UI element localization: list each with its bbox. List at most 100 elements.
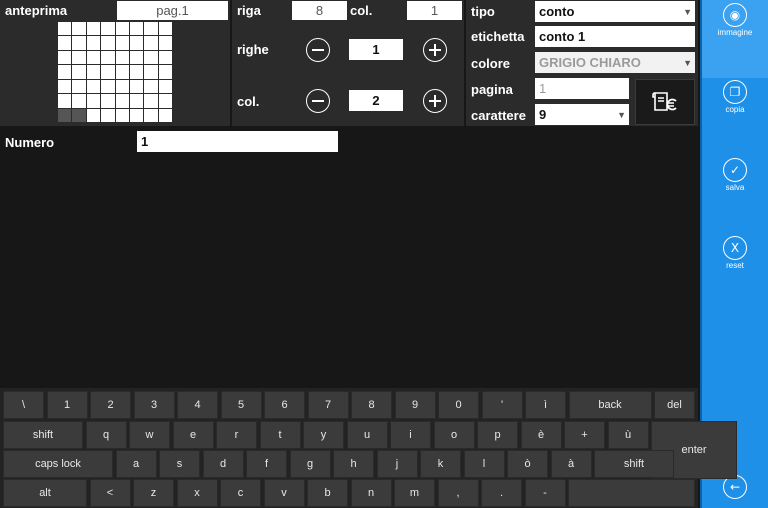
preview-cell[interactable] <box>129 22 144 36</box>
key-è[interactable]: è <box>520 421 562 449</box>
rows-field[interactable]: 1 <box>349 39 403 60</box>
key-\[interactable]: \ <box>3 391 44 419</box>
preview-cell[interactable] <box>129 65 144 79</box>
key-w[interactable]: w <box>129 421 170 449</box>
immagine-button[interactable]: ◉ immagine <box>702 0 768 78</box>
preview-cell[interactable] <box>101 50 115 65</box>
preview-cell[interactable] <box>101 22 115 36</box>
preview-cell[interactable] <box>115 22 129 36</box>
type-select[interactable]: conto ▼ <box>535 1 695 22</box>
key-a[interactable]: a <box>115 450 157 478</box>
preview-cell[interactable] <box>86 94 101 108</box>
preview-cell[interactable] <box>144 50 158 65</box>
key-b[interactable]: b <box>307 479 348 507</box>
preview-cell[interactable] <box>58 94 72 108</box>
salva-button[interactable]: ✓ salva <box>702 158 768 198</box>
key-f[interactable]: f <box>246 450 287 478</box>
key-ù[interactable]: ù <box>607 421 649 449</box>
key-i[interactable]: i <box>390 421 431 449</box>
key-5[interactable]: 5 <box>220 391 262 419</box>
preview-cell[interactable] <box>129 50 144 65</box>
page-field[interactable]: 1 <box>535 78 629 99</box>
preview-cell[interactable] <box>158 79 172 94</box>
preview-cell[interactable] <box>86 36 101 50</box>
preview-cell[interactable] <box>72 79 86 94</box>
preview-cell[interactable] <box>72 65 86 79</box>
preview-cell[interactable] <box>158 94 172 108</box>
preview-cell[interactable] <box>115 36 129 50</box>
currency-receipt-button[interactable] <box>635 79 695 125</box>
key-<[interactable]: < <box>89 479 131 507</box>
preview-cell[interactable] <box>86 50 101 65</box>
key-l[interactable]: l <box>463 450 505 478</box>
key-+[interactable]: + <box>564 421 605 449</box>
preview-cell[interactable] <box>101 36 115 50</box>
preview-cell[interactable] <box>58 22 72 36</box>
key-3[interactable]: 3 <box>133 391 175 419</box>
key-t[interactable]: t <box>259 421 301 449</box>
key-shift[interactable]: shift <box>594 450 674 478</box>
preview-cell[interactable] <box>129 94 144 108</box>
cols-field[interactable]: 2 <box>349 90 403 111</box>
key-o[interactable]: o <box>433 421 475 449</box>
key-k[interactable]: k <box>420 450 461 478</box>
key-z[interactable]: z <box>133 479 174 507</box>
key-d[interactable]: d <box>202 450 244 478</box>
preview-cell[interactable] <box>144 22 158 36</box>
key-0[interactable]: 0 <box>438 391 479 419</box>
key-4[interactable]: 4 <box>177 391 218 419</box>
key-à[interactable]: à <box>550 450 592 478</box>
preview-cell[interactable] <box>72 36 86 50</box>
key-g[interactable]: g <box>289 450 331 478</box>
preview-cell[interactable] <box>86 22 101 36</box>
key-q[interactable]: q <box>85 421 127 449</box>
key-u[interactable]: u <box>346 421 388 449</box>
preview-cell[interactable] <box>72 108 86 122</box>
preview-cell[interactable] <box>72 50 86 65</box>
preview-cell[interactable] <box>58 36 72 50</box>
key-ò[interactable]: ò <box>507 450 548 478</box>
preview-cell[interactable] <box>129 36 144 50</box>
preview-cell[interactable] <box>144 65 158 79</box>
key-x[interactable]: x <box>176 479 218 507</box>
key-m[interactable]: m <box>394 479 435 507</box>
key-p[interactable]: p <box>477 421 518 449</box>
key-back[interactable]: back <box>568 391 652 419</box>
key-ì[interactable]: ì <box>525 391 566 419</box>
preview-cell[interactable] <box>158 50 172 65</box>
preview-cell[interactable] <box>101 108 115 122</box>
numero-field[interactable]: 1 <box>137 131 338 152</box>
key-.[interactable]: . <box>481 479 522 507</box>
preview-cell[interactable] <box>115 108 129 122</box>
rows-minus-button[interactable] <box>306 38 330 62</box>
preview-cell[interactable] <box>144 108 158 122</box>
key-caps-lock[interactable]: caps lock <box>3 450 113 478</box>
preview-cell[interactable] <box>72 22 86 36</box>
preview-cell[interactable] <box>58 50 72 65</box>
cols-minus-button[interactable] <box>306 89 330 113</box>
preview-cell[interactable] <box>58 79 72 94</box>
preview-cell[interactable] <box>72 94 86 108</box>
preview-grid[interactable] <box>58 22 172 122</box>
tag-field[interactable]: conto 1 <box>535 26 695 47</box>
key-7[interactable]: 7 <box>307 391 349 419</box>
key-n[interactable]: n <box>350 479 392 507</box>
key-'[interactable]: ' <box>481 391 523 419</box>
key-j[interactable]: j <box>376 450 418 478</box>
key-y[interactable]: y <box>303 421 344 449</box>
key-v[interactable]: v <box>263 479 305 507</box>
font-select[interactable]: 9 ▼ <box>535 104 629 125</box>
preview-cell[interactable] <box>58 108 72 122</box>
preview-cell[interactable] <box>58 65 72 79</box>
key--[interactable]: - <box>524 479 566 507</box>
preview-cell[interactable] <box>101 79 115 94</box>
preview-cell[interactable] <box>158 65 172 79</box>
preview-cell[interactable] <box>115 79 129 94</box>
row-field[interactable]: 8 <box>292 1 347 20</box>
preview-cell[interactable] <box>144 36 158 50</box>
rows-plus-button[interactable] <box>423 38 447 62</box>
preview-cell[interactable] <box>115 94 129 108</box>
page-indicator[interactable]: pag.1 <box>117 1 228 20</box>
preview-cell[interactable] <box>115 50 129 65</box>
key-shift[interactable]: shift <box>3 421 83 449</box>
